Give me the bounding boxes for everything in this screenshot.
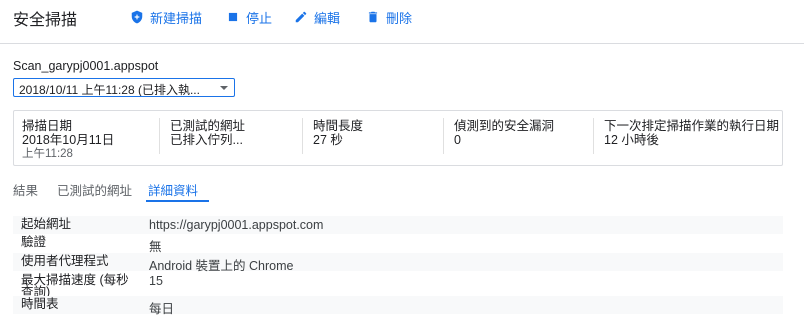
pencil-icon <box>295 11 307 23</box>
divider <box>302 118 303 154</box>
summary-label: 已測試的網址 <box>170 119 246 133</box>
shield-icon <box>131 10 143 24</box>
detail-key: 時間表 <box>21 297 59 311</box>
summary-vulnerabilities: 偵測到的安全漏洞 0 <box>454 119 554 147</box>
divider <box>443 118 444 154</box>
summary-value: 0 <box>454 133 461 147</box>
detail-key: 使用者代理程式 <box>21 254 109 268</box>
chevron-down-icon <box>220 86 228 90</box>
stop-label: 停止 <box>246 10 273 26</box>
divider <box>593 118 594 154</box>
summary-value: 已排入佇列... <box>170 133 243 147</box>
trash-icon <box>368 11 378 23</box>
summary-scan-date: 掃描日期 2018年10月11日 上午11:28 <box>22 119 114 161</box>
summary-subvalue: 上午11:28 <box>22 148 73 160</box>
summary-label: 下一次排定掃描作業的執行日期 <box>604 119 780 133</box>
detail-value: https://garypj0001.appspot.com <box>149 218 324 232</box>
divider <box>159 118 160 154</box>
table-row: 最大掃描速度 (每秒查詢) 15 <box>13 272 783 299</box>
table-row: 時間表 每日 <box>13 296 783 316</box>
summary-value: 12 小時後 <box>604 133 659 147</box>
stop-button[interactable]: 停止 <box>226 8 272 26</box>
summary-next-run: 下一次排定掃描作業的執行日期 12 小時後 <box>604 119 779 147</box>
new-scan-label: 新建掃描 <box>150 10 203 26</box>
tab-results[interactable]: 結果 <box>13 180 38 199</box>
table-row: 使用者代理程式 Android 裝置上的 Chrome <box>13 253 783 273</box>
scan-summary: 掃描日期 2018年10月11日 上午11:28 已測試的網址 已排入佇列...… <box>13 110 783 166</box>
detail-value: 15 <box>149 274 163 288</box>
detail-key: 起始網址 <box>21 217 72 231</box>
stop-icon <box>228 12 238 22</box>
active-tab-indicator <box>146 200 209 202</box>
new-scan-button[interactable]: 新建掃描 <box>130 8 202 26</box>
summary-value: 2018年10月11日 <box>22 133 115 147</box>
toolbar: 安全掃描 新建掃描 停止 編輯 刪除 <box>0 0 804 44</box>
delete-label: 刪除 <box>386 10 413 26</box>
table-row: 起始網址 https://garypj0001.appspot.com <box>13 216 783 234</box>
summary-duration: 時間長度 27 秒 <box>313 119 363 147</box>
scan-run-select-value: 2018/10/11 上午11:28 (已排入執... <box>19 83 200 97</box>
summary-label: 掃描日期 <box>22 119 73 133</box>
summary-label: 偵測到的安全漏洞 <box>454 119 555 133</box>
summary-value: 27 秒 <box>313 133 343 147</box>
edit-button[interactable]: 編輯 <box>294 8 340 26</box>
delete-button[interactable]: 刪除 <box>366 8 412 26</box>
scan-run-select[interactable]: 2018/10/11 上午11:28 (已排入執... <box>13 78 235 97</box>
detail-value: 每日 <box>149 302 175 316</box>
summary-tested-urls: 已測試的網址 已排入佇列... <box>170 119 245 147</box>
tab-tested-urls[interactable]: 已測試的網址 <box>57 180 132 199</box>
detail-key: 驗證 <box>21 235 47 249</box>
scan-name: Scan_garypj0001.appspot <box>13 59 159 73</box>
page-title: 安全掃描 <box>13 12 78 29</box>
edit-label: 編輯 <box>314 10 341 26</box>
detail-key: 最大掃描速度 (每秒查詢) <box>21 273 129 299</box>
table-row: 驗證 無 <box>13 234 783 254</box>
tab-details[interactable]: 詳細資料 <box>148 180 198 199</box>
summary-label: 時間長度 <box>313 119 364 133</box>
